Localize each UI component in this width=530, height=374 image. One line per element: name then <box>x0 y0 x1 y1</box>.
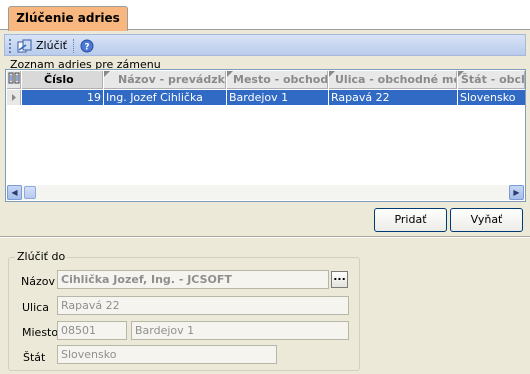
city-field[interactable]: Bardejov 1 <box>131 321 349 340</box>
help-button[interactable]: ? <box>77 37 97 54</box>
grid-sort-icon[interactable] <box>7 71 21 89</box>
column-header-mesto[interactable]: Mesto - obchodné <box>227 71 328 89</box>
table-row[interactable]: 19 Ing. Jozef Cihlička Bardejov 1 Rapavá… <box>22 90 525 105</box>
help-icon: ? <box>80 39 94 52</box>
country-label: Štát <box>23 351 46 364</box>
remove-button[interactable]: Vyňať <box>450 208 523 232</box>
merge-to-legend: Zlúčiť do <box>15 250 68 263</box>
street-field[interactable]: Rapavá 22 <box>57 296 349 315</box>
cell-cislo: 19 <box>22 90 104 105</box>
street-label: Ulica <box>22 301 49 314</box>
toolbar-grip[interactable] <box>9 39 12 53</box>
merge-button-label: Zlúčiť <box>36 39 67 52</box>
column-header-ulica[interactable]: Ulica - obchodné meno <box>329 71 457 89</box>
toolbar-separator <box>73 39 74 53</box>
column-header-nazov[interactable]: Názov - prevádzka <box>104 71 226 89</box>
country-field[interactable]: Slovensko <box>57 345 277 364</box>
zip-field[interactable]: 08501 <box>57 321 127 340</box>
column-header-label: Mesto - obchodné <box>233 73 328 86</box>
cell-nazov: Ing. Jozef Cihlička <box>104 90 227 105</box>
column-header-label: Názov - prevádzka <box>118 73 226 86</box>
city-label: Miesto <box>22 326 59 339</box>
column-header-label: Štát - obchod <box>461 73 524 86</box>
scroll-right-icon[interactable]: ▶ <box>509 185 524 200</box>
cell-stat: Slovensko <box>460 91 516 104</box>
name-field[interactable]: Cihlička Jozef, Ing. - JCSOFT <box>57 270 329 289</box>
row-selector[interactable] <box>7 90 21 105</box>
tab-active-indicator <box>9 27 127 31</box>
current-row-arrow-icon <box>12 94 16 101</box>
scroll-left-icon[interactable]: ◀ <box>7 185 22 200</box>
svg-text:?: ? <box>84 42 89 52</box>
merge-button[interactable]: Zlúčiť <box>14 37 70 54</box>
name-label: Názov <box>21 275 55 288</box>
column-header-cislo[interactable]: Číslo <box>22 71 103 89</box>
cell-ulica: Rapavá 22 <box>329 90 458 105</box>
cell-mesto: Bardejov 1 <box>227 90 329 105</box>
column-header-stat[interactable]: Štát - obchod <box>458 71 525 89</box>
sort-columns-icon <box>8 72 19 84</box>
toolbar: Zlúčiť ? <box>4 34 526 56</box>
column-header-label: Číslo <box>44 73 74 86</box>
scroll-thumb[interactable] <box>24 186 36 199</box>
address-grid[interactable]: Číslo Názov - prevádzka Mesto - obchodné… <box>5 69 526 202</box>
browse-button[interactable]: ... <box>331 271 348 288</box>
column-header-label: Ulica - obchodné meno <box>335 73 456 86</box>
add-button[interactable]: Pridať <box>374 208 447 232</box>
horizontal-scrollbar[interactable]: ◀ ▶ <box>7 185 524 200</box>
merge-icon <box>17 39 32 52</box>
section-divider <box>0 236 530 238</box>
